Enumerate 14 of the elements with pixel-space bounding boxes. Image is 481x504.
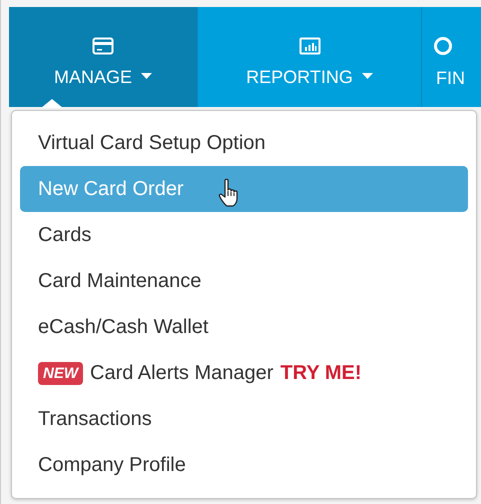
menu-item[interactable]: Company Profile bbox=[20, 442, 468, 488]
new-badge: NEW bbox=[38, 362, 83, 384]
menu-item-label: Card Alerts Manager bbox=[90, 362, 274, 384]
menu-item[interactable]: Cards bbox=[20, 212, 468, 258]
menu-item[interactable]: Transactions bbox=[20, 396, 468, 442]
bar-chart-icon bbox=[298, 36, 320, 54]
menu-item[interactable]: Card Maintenance bbox=[20, 258, 468, 304]
menu-item[interactable]: Virtual Card Setup Option bbox=[20, 120, 468, 166]
try-me-label: TRY ME! bbox=[280, 362, 362, 384]
nav-tab[interactable]: MANAGE bbox=[9, 7, 198, 107]
circle-icon bbox=[433, 36, 455, 56]
menu-item[interactable]: eCash/Cash Wallet bbox=[20, 304, 468, 350]
card-icon bbox=[92, 36, 114, 54]
menu-item[interactable]: NEW Card Alerts Manager TRY ME! bbox=[20, 350, 468, 396]
